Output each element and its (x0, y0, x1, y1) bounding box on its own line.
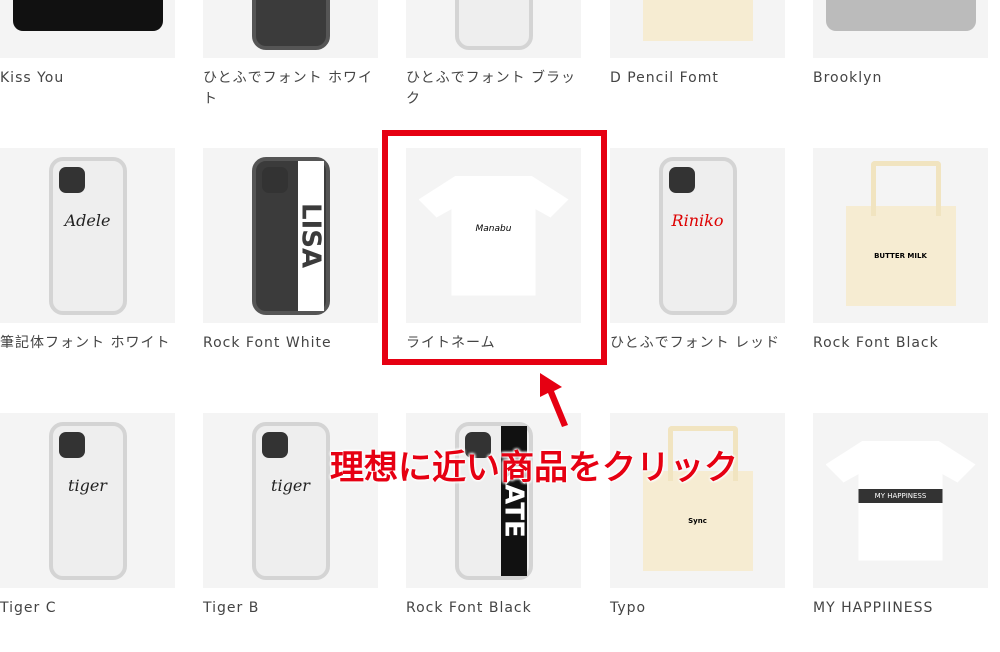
product-name[interactable]: Rock Font Black (406, 598, 581, 619)
product-card[interactable]: B ひとふでフォント ホワイト (203, 0, 378, 110)
product-name[interactable]: Tiger C (0, 598, 175, 619)
product-name[interactable]: Tiger B (203, 598, 378, 619)
product-image[interactable]: Adele (0, 148, 175, 323)
product-card[interactable]: Riniko ひとふでフォント レッド (610, 148, 785, 354)
product-name[interactable]: ひとふでフォント ブラック (406, 68, 581, 110)
product-name[interactable]: Rock Font White (203, 333, 378, 354)
phone-case-image: B (251, 0, 330, 50)
product-card[interactable]: LISA Rock Font White (203, 148, 378, 354)
product-card[interactable]: D Pencil Fomt (610, 0, 785, 89)
product-card[interactable]: MY HAPPINESS MY HAPPIINESS (813, 413, 988, 619)
product-image[interactable] (813, 0, 988, 58)
phone-case-image: tiger (251, 421, 330, 580)
tote-bag-image: BUTTER MILK (845, 160, 956, 306)
product-card[interactable]: BUTTER MILK Rock Font Black (813, 148, 988, 354)
product-name[interactable]: ひとふでフォント ホワイト (203, 68, 378, 110)
product-image[interactable]: B (203, 0, 378, 58)
product-image[interactable]: Riniko (610, 148, 785, 323)
sweatshirt-image (12, 0, 163, 31)
tshirt-image: MY HAPPINESS (825, 440, 976, 561)
phone-case-image: M (454, 0, 533, 50)
product-image[interactable]: M (406, 0, 581, 58)
product-name[interactable]: Rock Font Black (813, 333, 988, 354)
product-image[interactable]: BUTTER MILK (813, 148, 988, 323)
arrow-icon (540, 373, 568, 427)
product-image[interactable] (0, 0, 175, 58)
product-name[interactable]: MY HAPPIINESS (813, 598, 988, 619)
product-name[interactable]: ひとふでフォント レッド (610, 333, 785, 354)
product-card[interactable]: Adele 筆記体フォント ホワイト (0, 148, 175, 354)
tote-bag-image (642, 0, 753, 41)
sweatshirt-image (825, 0, 976, 31)
highlight-box (382, 130, 607, 365)
phone-case-image: Riniko (658, 156, 737, 315)
product-name[interactable]: 筆記体フォント ホワイト (0, 333, 175, 354)
product-card[interactable]: tiger Tiger C (0, 413, 175, 619)
product-image[interactable]: MY HAPPINESS (813, 413, 988, 588)
product-name[interactable]: Typo (610, 598, 785, 619)
product-name[interactable]: D Pencil Fomt (610, 68, 785, 89)
product-name[interactable]: Brooklyn (813, 68, 988, 89)
product-card[interactable]: Brooklyn (813, 0, 988, 89)
product-card[interactable]: M ひとふでフォント ブラック (406, 0, 581, 110)
phone-case-image: LISA (251, 156, 330, 315)
annotation-callout: 理想に近い商品をクリック (330, 448, 738, 488)
product-name[interactable]: Kiss You (0, 68, 175, 89)
product-card[interactable]: Kiss You (0, 0, 175, 89)
phone-case-image: Adele (48, 156, 127, 315)
product-image[interactable]: tiger (0, 413, 175, 588)
phone-case-image: tiger (48, 421, 127, 580)
product-image[interactable]: LISA (203, 148, 378, 323)
product-image[interactable] (610, 0, 785, 58)
